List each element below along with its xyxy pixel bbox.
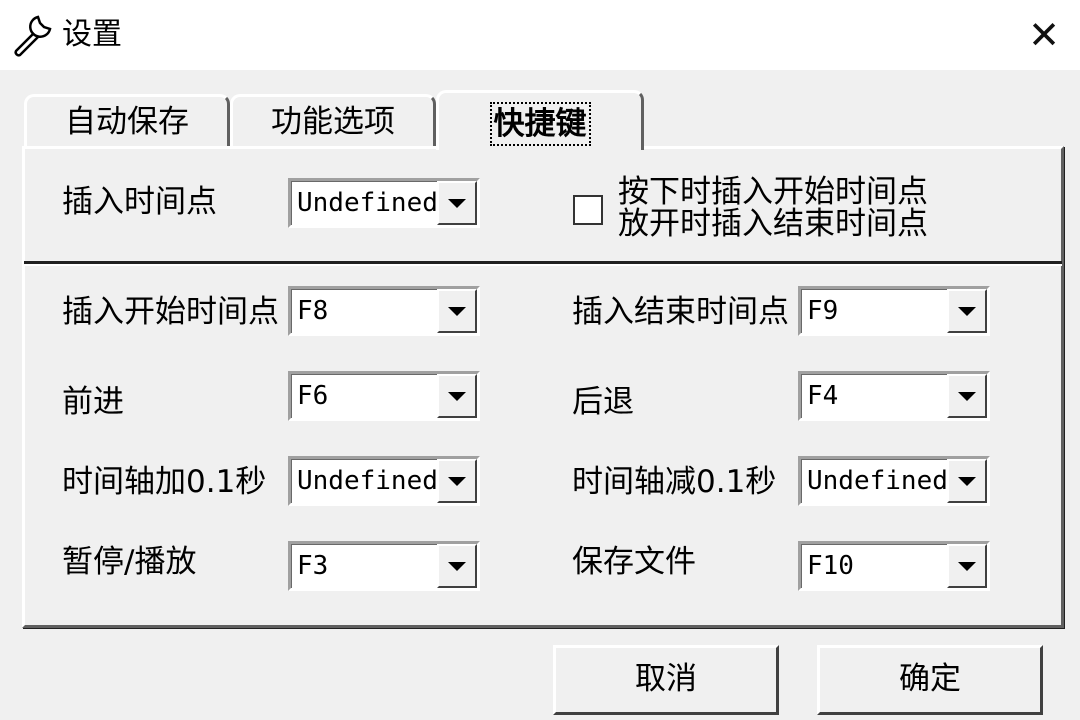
- shortcut-label: 保存文件: [572, 544, 696, 580]
- dropdown-button[interactable]: [437, 544, 477, 588]
- timeline-minus-select[interactable]: Undefined: [798, 456, 990, 506]
- close-button[interactable]: ✕: [1008, 0, 1080, 70]
- shortcut-label: 后退: [572, 384, 634, 420]
- select-value: F8: [297, 296, 329, 326]
- tab-auto-save[interactable]: 自动保存: [24, 94, 230, 148]
- select-value: Undefined: [807, 466, 947, 496]
- chevron-down-icon: [958, 476, 976, 486]
- checkbox-label-line1: 按下时插入开始时间点: [618, 174, 928, 210]
- close-icon: ✕: [1028, 13, 1060, 57]
- tab-label: 快捷键: [489, 102, 591, 146]
- title-bar: 设置 ✕: [0, 0, 1080, 70]
- forward-select[interactable]: F6: [288, 371, 480, 421]
- timeline-plus-select[interactable]: Undefined: [288, 456, 480, 506]
- chevron-down-icon: [958, 306, 976, 316]
- dropdown-button[interactable]: [947, 289, 987, 333]
- press-release-checkbox-label[interactable]: 按下时插入开始时间点 放开时插入结束时间点: [618, 176, 928, 240]
- press-release-checkbox[interactable]: [573, 195, 603, 225]
- save-file-select[interactable]: F10: [798, 541, 990, 591]
- insert-end-select[interactable]: F9: [798, 286, 990, 336]
- dropdown-button[interactable]: [947, 544, 987, 588]
- select-value: F10: [807, 551, 854, 581]
- wrench-icon: [14, 15, 52, 57]
- dropdown-button[interactable]: [437, 374, 477, 418]
- shortcut-label: 暂停/播放: [62, 544, 197, 580]
- select-value: F9: [807, 296, 839, 326]
- chevron-down-icon: [448, 561, 466, 571]
- select-value: F6: [297, 381, 329, 411]
- shortcut-label: 前进: [62, 384, 124, 420]
- chevron-down-icon: [448, 391, 466, 401]
- tab-label: 自动保存: [65, 104, 189, 140]
- tab-function-options[interactable]: 功能选项: [230, 94, 436, 148]
- dropdown-button[interactable]: [947, 459, 987, 503]
- select-value: Undefined: [297, 188, 437, 218]
- shortcut-label: 时间轴减0.1秒: [572, 464, 777, 500]
- dropdown-button[interactable]: [437, 181, 477, 225]
- tab-shortcuts[interactable]: 快捷键: [436, 90, 644, 150]
- ok-button[interactable]: 确定: [817, 645, 1043, 715]
- section-divider-highlight: [24, 264, 1062, 266]
- chevron-down-icon: [448, 476, 466, 486]
- select-value: Undefined: [297, 466, 437, 496]
- shortcut-label: 插入结束时间点: [572, 294, 789, 330]
- insert-time-point-select[interactable]: Undefined: [288, 178, 480, 228]
- shortcut-label: 插入开始时间点: [62, 294, 279, 330]
- dropdown-button[interactable]: [437, 459, 477, 503]
- cancel-button[interactable]: 取消: [553, 645, 779, 715]
- shortcut-label: 时间轴加0.1秒: [62, 464, 267, 500]
- tab-label: 功能选项: [271, 104, 395, 140]
- select-value: F4: [807, 381, 839, 411]
- checkbox-label-line2: 放开时插入结束时间点: [618, 206, 928, 242]
- select-value: F3: [297, 551, 329, 581]
- dropdown-button[interactable]: [947, 374, 987, 418]
- chevron-down-icon: [958, 391, 976, 401]
- window-title: 设置: [62, 17, 122, 52]
- pause-play-select[interactable]: F3: [288, 541, 480, 591]
- chevron-down-icon: [448, 198, 466, 208]
- insert-start-select[interactable]: F8: [288, 286, 480, 336]
- insert-time-point-label: 插入时间点: [62, 184, 217, 220]
- back-select[interactable]: F4: [798, 371, 990, 421]
- dropdown-button[interactable]: [437, 289, 477, 333]
- chevron-down-icon: [448, 306, 466, 316]
- chevron-down-icon: [958, 561, 976, 571]
